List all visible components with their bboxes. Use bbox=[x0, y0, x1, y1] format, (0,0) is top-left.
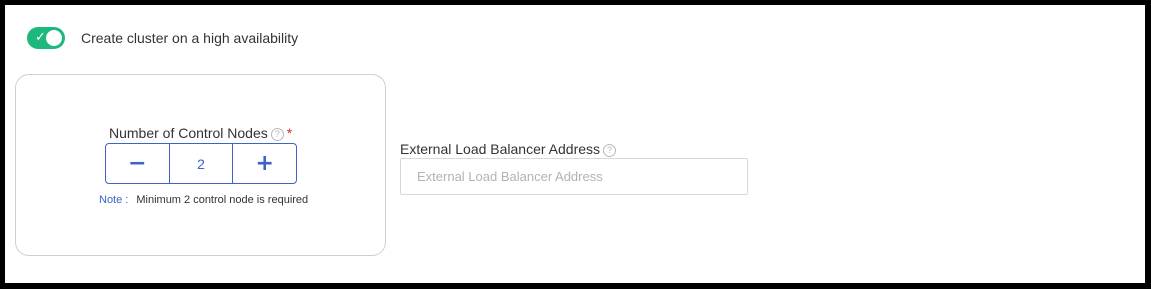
note-text: Minimum 2 control node is required bbox=[136, 194, 309, 206]
control-nodes-stepper: − 2 + bbox=[105, 143, 297, 184]
decrement-button[interactable]: − bbox=[106, 144, 169, 183]
required-marker: * bbox=[286, 125, 293, 141]
help-icon[interactable]: ? bbox=[270, 128, 284, 141]
ha-settings-panel: ✓ Create cluster on a high availability … bbox=[5, 5, 1145, 283]
control-nodes-value[interactable]: 2 bbox=[168, 144, 234, 183]
control-nodes-label-row: Number of Control Nodes? * bbox=[109, 125, 292, 141]
note-label: Note : bbox=[99, 194, 129, 206]
check-icon: ✓ bbox=[35, 30, 46, 45]
ha-toggle[interactable]: ✓ bbox=[27, 27, 65, 49]
external-lb-label-row: External Load Balancer Address? bbox=[400, 141, 617, 157]
external-lb-input[interactable] bbox=[400, 158, 748, 195]
help-icon[interactable]: ? bbox=[603, 144, 617, 157]
increment-button[interactable]: + bbox=[233, 144, 296, 183]
ha-toggle-label: Create cluster on a high availability bbox=[81, 30, 299, 46]
control-nodes-note: Note : Minimum 2 control node is required bbox=[99, 194, 308, 207]
control-nodes-label: Number of Control Nodes bbox=[109, 125, 268, 141]
toggle-knob bbox=[46, 30, 62, 46]
control-nodes-card: Number of Control Nodes? * − 2 + Note : Mi… bbox=[15, 74, 386, 256]
external-lb-label: External Load Balancer Address bbox=[400, 141, 601, 157]
